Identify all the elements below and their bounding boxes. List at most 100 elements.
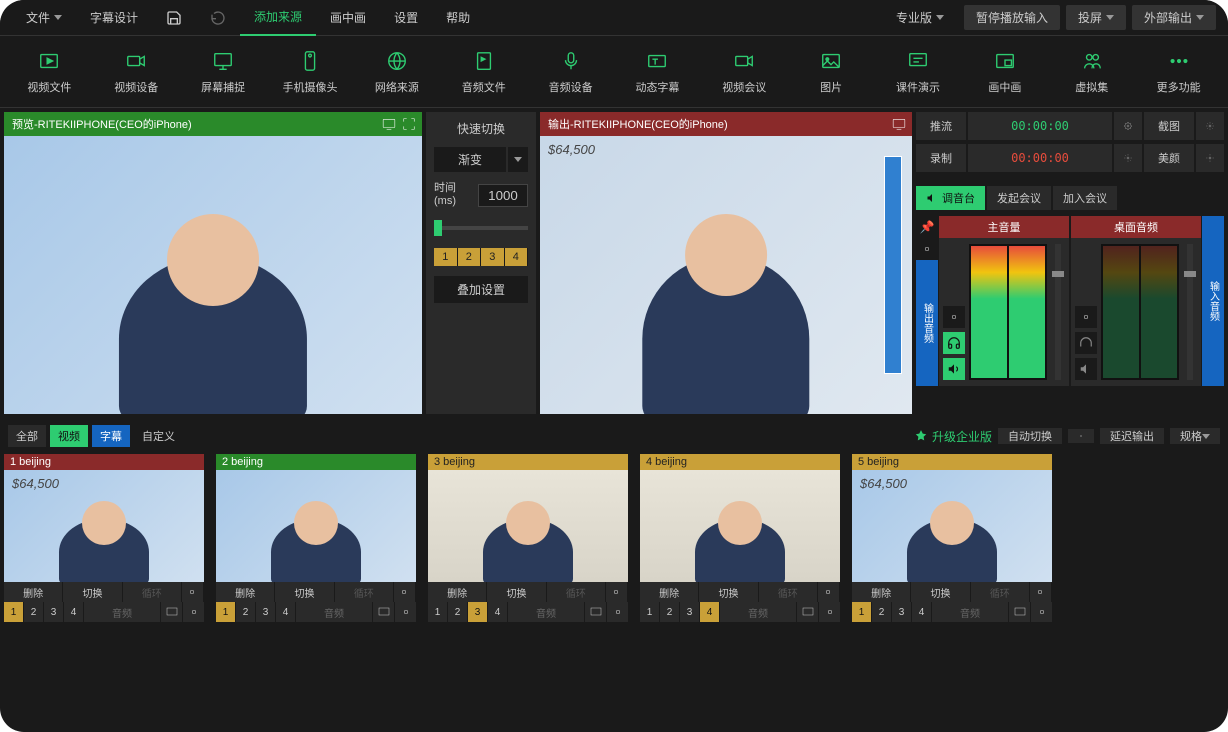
monitor-icon[interactable] [892,117,906,131]
scene-gear[interactable] [1030,582,1052,602]
beauty-button[interactable]: 美颜 [1144,144,1194,172]
tool-视频设备[interactable]: 视频设备 [95,43,178,101]
scene-audio[interactable]: 音频 [508,602,584,622]
tool-课件演示[interactable]: 课件演示 [877,43,960,101]
record-button[interactable]: 录制 [916,144,966,172]
menu-help[interactable]: 帮助 [432,0,484,36]
scene-delete[interactable]: 删除 [216,582,275,602]
auto-switch-settings[interactable] [1068,429,1094,443]
tool-动态字幕[interactable]: 动态字幕 [616,43,699,101]
pause-input-button[interactable]: 暂停播放输入 [964,5,1060,30]
scene-card[interactable]: 2 beijing 删除 切换 循环 1234 音频 [216,454,416,622]
scene-audio[interactable]: 音频 [84,602,160,622]
scene-layer-2[interactable]: 2 [236,602,256,622]
upgrade-link[interactable]: 升级企业版 [914,428,992,445]
delay-output-button[interactable]: 延迟输出 [1100,428,1164,444]
scene-gear[interactable] [818,582,840,602]
scene-settings-icon[interactable] [1030,602,1052,622]
pin-icon[interactable]: 📌 [916,216,938,238]
record-settings-button[interactable] [1114,144,1142,172]
transition-slider[interactable] [434,226,528,230]
scene-monitor-icon[interactable] [160,602,182,622]
transition-preset-4[interactable]: 4 [505,248,529,266]
scene-layer-2[interactable]: 2 [24,602,44,622]
maximize-icon[interactable] [402,117,416,131]
scene-layer-3[interactable]: 3 [256,602,276,622]
scene-thumbnail[interactable] [640,470,840,582]
scene-switch[interactable]: 切换 [699,582,758,602]
tool-网络来源[interactable]: 网络来源 [355,43,438,101]
scene-card[interactable]: 3 beijing 删除 切换 循环 1234 音频 [428,454,628,622]
menu-undo[interactable] [196,0,240,36]
scene-settings-icon[interactable] [606,602,628,622]
filter-all[interactable]: 全部 [8,425,46,447]
cast-button[interactable]: 投屏 [1066,5,1126,30]
scene-layer-2[interactable]: 2 [448,602,468,622]
scene-loop[interactable]: 循环 [971,582,1030,602]
scene-switch[interactable]: 切换 [487,582,546,602]
scene-layer-4[interactable]: 4 [700,602,720,622]
transition-type-select[interactable]: 渐变 [434,147,528,172]
tool-虚拟集[interactable]: 虚拟集 [1050,43,1133,101]
scene-layer-1[interactable]: 1 [216,602,236,622]
scene-delete[interactable]: 删除 [428,582,487,602]
scene-settings-icon[interactable] [182,602,204,622]
preview-video[interactable] [4,136,422,414]
scene-switch[interactable]: 切换 [911,582,970,602]
strip-gear-icon[interactable] [1075,306,1097,328]
spec-button[interactable]: 规格 [1170,428,1220,444]
scene-delete[interactable]: 删除 [640,582,699,602]
scene-card[interactable]: 5 beijing $64,500 删除 切换 循环 1234 音频 [852,454,1052,622]
output-video[interactable]: $64,500 [540,136,912,414]
transition-preset-3[interactable]: 3 [481,248,505,266]
tool-更多功能[interactable]: 更多功能 [1137,43,1220,101]
tool-音频设备[interactable]: 音频设备 [529,43,612,101]
tab-mixer[interactable]: 调音台 [916,186,985,210]
external-output-button[interactable]: 外部输出 [1132,5,1216,30]
tool-图片[interactable]: 图片 [790,43,873,101]
scene-loop[interactable]: 循环 [123,582,182,602]
scene-card[interactable]: 1 beijing $64,500 删除 切换 循环 1234 音频 [4,454,204,622]
screenshot-button[interactable]: 截图 [1144,112,1194,140]
scene-layer-3[interactable]: 3 [468,602,488,622]
tool-视频文件[interactable]: 视频文件 [8,43,91,101]
scene-loop[interactable]: 循环 [547,582,606,602]
scene-layer-1[interactable]: 1 [852,602,872,622]
stream-settings-button[interactable] [1114,112,1142,140]
beauty-settings-button[interactable] [1196,144,1224,172]
headphones-icon[interactable] [943,332,965,354]
scene-switch[interactable]: 切换 [275,582,334,602]
tab-join-meeting[interactable]: 加入会议 [1053,186,1117,210]
scene-layer-4[interactable]: 4 [488,602,508,622]
filter-subtitle[interactable]: 字幕 [92,425,130,447]
transition-time-input[interactable] [478,184,528,207]
fader-desktop[interactable] [1187,244,1193,380]
fader-master[interactable] [1055,244,1061,380]
scene-thumbnail[interactable]: $64,500 [4,470,204,582]
menu-pip[interactable]: 画中画 [316,0,380,36]
scene-loop[interactable]: 循环 [335,582,394,602]
scene-layer-2[interactable]: 2 [660,602,680,622]
scene-gear[interactable] [182,582,204,602]
filter-custom[interactable]: 自定义 [134,425,183,447]
scene-layer-2[interactable]: 2 [872,602,892,622]
scene-monitor-icon[interactable] [796,602,818,622]
scene-settings-icon[interactable] [394,602,416,622]
tool-视频会议[interactable]: 视频会议 [703,43,786,101]
tool-屏幕捕捉[interactable]: 屏幕捕捉 [182,43,265,101]
speaker-icon[interactable] [943,358,965,380]
monitor-icon[interactable] [382,117,396,131]
scene-layer-4[interactable]: 4 [276,602,296,622]
transition-preset-2[interactable]: 2 [458,248,482,266]
scene-layer-3[interactable]: 3 [44,602,64,622]
menu-add-source[interactable]: 添加来源 [240,0,316,36]
scene-audio[interactable]: 音频 [296,602,372,622]
tool-音频文件[interactable]: 音频文件 [442,43,525,101]
scene-delete[interactable]: 删除 [4,582,63,602]
stream-button[interactable]: 推流 [916,112,966,140]
scene-layer-3[interactable]: 3 [680,602,700,622]
strip-gear-icon[interactable] [943,306,965,328]
scene-monitor-icon[interactable] [584,602,606,622]
menu-subtitle-design[interactable]: 字幕设计 [76,0,152,36]
mixer-gear-icon[interactable] [916,238,938,260]
